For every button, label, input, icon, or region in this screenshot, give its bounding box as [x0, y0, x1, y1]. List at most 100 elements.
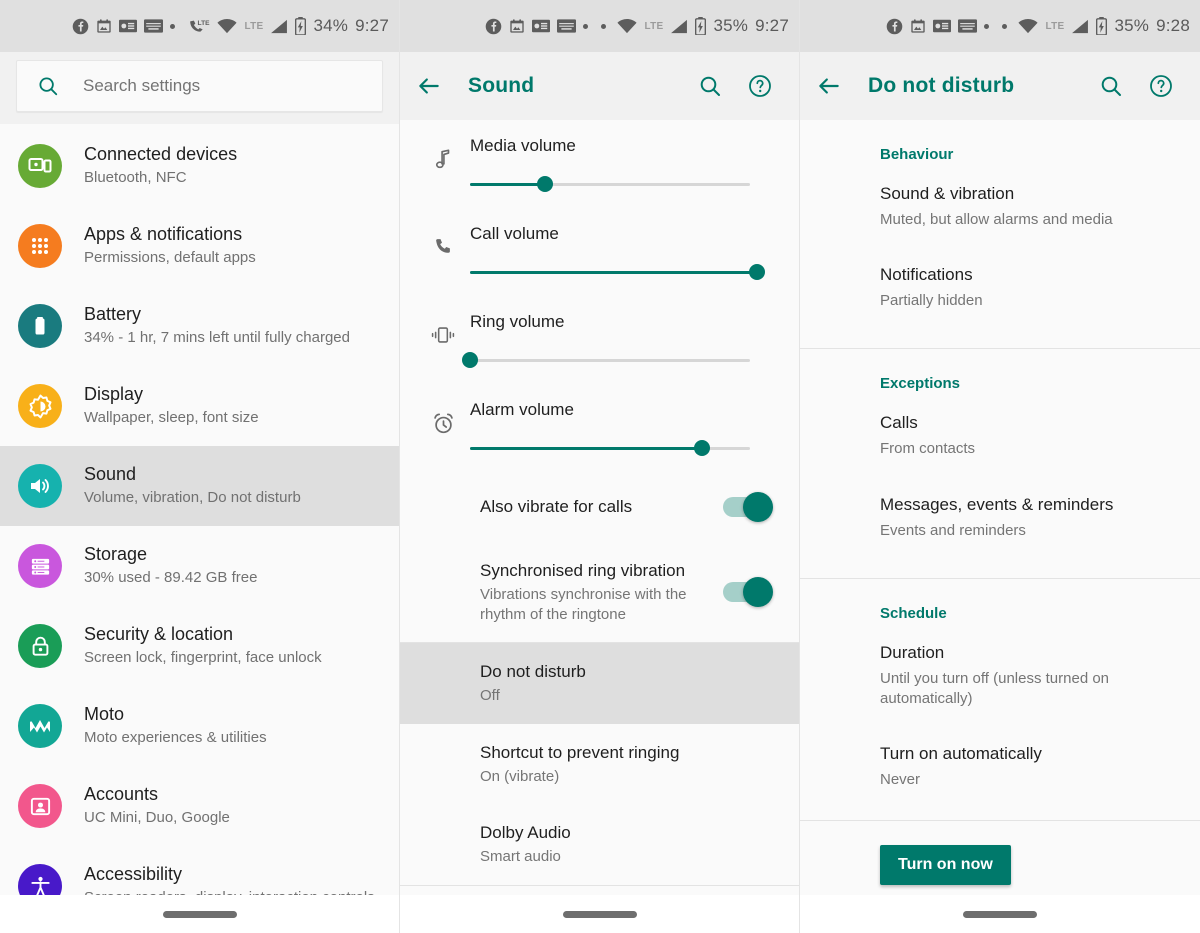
- dolby-row-subtitle: Smart audio: [480, 848, 561, 866]
- sidebar-item-text: Display Wallpaper, sleep, font size: [84, 384, 259, 427]
- call-volume-slider[interactable]: [470, 264, 765, 280]
- help-circle-icon[interactable]: [1136, 74, 1186, 98]
- also-vibrate-for-calls-row[interactable]: Also vibrate for calls: [400, 472, 799, 542]
- help-circle-icon[interactable]: [735, 74, 785, 98]
- sidebar-item-accounts[interactable]: Accounts UC Mini, Duo, Google: [0, 766, 399, 846]
- lte-label: LTE: [1045, 20, 1065, 32]
- search-icon[interactable]: [1086, 74, 1136, 98]
- status-bar-1: LTE LTE 34% 9:27: [0, 0, 399, 52]
- notification-dot-icon: [583, 23, 589, 29]
- dnd-item-title: Sound & vibration: [880, 184, 1015, 203]
- ring-volume-item: Ring volume: [400, 296, 799, 384]
- home-pill[interactable]: [963, 910, 1037, 918]
- sidebar-item-security-location[interactable]: Security & location Screen lock, fingerp…: [0, 606, 399, 686]
- also-vibrate-toggle[interactable]: [723, 492, 773, 522]
- sidebar-item-subtitle: 34% - 1 hr, 7 mins left until fully char…: [84, 328, 350, 346]
- nav-bar-1: [0, 895, 399, 933]
- sidebar-item-sound[interactable]: Sound Volume, vibration, Do not disturb: [0, 446, 399, 526]
- sidebar-item-display[interactable]: Display Wallpaper, sleep, font size: [0, 366, 399, 446]
- nav-bar-2: [400, 895, 799, 933]
- calendar-icon: [509, 18, 525, 34]
- sidebar-item-title: Apps & notifications: [84, 224, 243, 245]
- page-title: Do not disturb: [868, 74, 1015, 97]
- dnd-item-subtitle: Never: [880, 771, 921, 789]
- sidebar-item-subtitle: Wallpaper, sleep, font size: [84, 408, 259, 426]
- sidebar-item-battery[interactable]: Battery 34% - 1 hr, 7 mins left until fu…: [0, 286, 399, 366]
- battery-icon: [18, 304, 62, 348]
- dnd-item-title: Turn on automatically: [880, 744, 1042, 764]
- news-icon: [532, 19, 551, 33]
- notification-dot-icon-2: [601, 23, 607, 29]
- apps-grid-icon: [18, 224, 62, 268]
- sidebar-item-title: Display: [84, 384, 144, 405]
- media-volume-item: Media volume: [400, 120, 799, 208]
- back-arrow-icon[interactable]: [816, 73, 862, 99]
- sidebar-item-text: Apps & notifications Permissions, defaul…: [84, 224, 256, 267]
- also-vibrate-body: Also vibrate for calls: [480, 496, 713, 518]
- shortcut-row-title: Shortcut to prevent ringing: [480, 742, 680, 762]
- home-pill[interactable]: [562, 910, 637, 918]
- section-header-behaviour: Behaviour: [880, 146, 954, 163]
- dolby-row-title: Dolby Audio: [480, 823, 571, 843]
- dnd-item-subtitle: Events and reminders: [880, 521, 1026, 539]
- dnd-item-turn-on-automatically[interactable]: Turn on automatically Never: [800, 725, 1200, 806]
- sidebar-item-apps-notifications[interactable]: Apps & notifications Permissions, defaul…: [0, 206, 399, 286]
- dnd-item-notifications[interactable]: Notifications Partially hidden: [800, 246, 1200, 327]
- news-icon: [119, 19, 138, 33]
- clock-time: 9:28: [1156, 16, 1190, 35]
- section-header-exceptions: Exceptions: [880, 375, 961, 393]
- phone-icon: [416, 224, 470, 257]
- dolby-row-body: Dolby Audio Smart audio: [480, 822, 771, 867]
- sidebar-item-subtitle: Screen lock, fingerprint, face unlock: [84, 648, 322, 666]
- facebook-icon: [485, 18, 502, 35]
- dnd-item-duration[interactable]: Duration Until you turn off (unless turn…: [800, 630, 1200, 725]
- back-arrow-icon[interactable]: [416, 73, 462, 99]
- sound-panel: LTE 35% 9:27 Sound Media volume Call vol…: [400, 0, 800, 933]
- sync-ring-subtitle: Vibrations synchronise with the rhythm o…: [480, 586, 687, 623]
- news-icon: [933, 19, 952, 33]
- music-note-icon: [416, 136, 470, 170]
- sidebar-item-moto[interactable]: Moto Moto experiences & utilities: [0, 686, 399, 766]
- notification-dot-icon: [170, 23, 176, 29]
- keyboard-icon: [958, 19, 978, 33]
- sidebar-item-connected-devices[interactable]: Connected devices Bluetooth, NFC: [0, 126, 399, 206]
- moto-icon: [18, 704, 62, 748]
- alarm-volume-slider[interactable]: [470, 440, 765, 456]
- sidebar-item-storage[interactable]: Storage 30% used - 89.42 GB free: [0, 526, 399, 606]
- turn-on-now-button[interactable]: Turn on now: [880, 845, 1011, 886]
- shortcut-to-prevent-ringing-row[interactable]: Shortcut to prevent ringing On (vibrate): [400, 724, 799, 805]
- synchronised-ring-vibration-row[interactable]: Synchronised ring vibration Vibrations s…: [400, 542, 799, 642]
- battery-percent: 34%: [313, 16, 349, 35]
- shortcut-row-subtitle: On (vibrate): [480, 767, 560, 785]
- do-not-disturb-row[interactable]: Do not disturb Off: [400, 643, 799, 724]
- alarm-volume-label: Alarm volume: [470, 400, 574, 419]
- alarm-volume-item: Alarm volume: [400, 384, 799, 472]
- media-volume-label: Media volume: [470, 136, 576, 155]
- sidebar-item-title: Accounts: [84, 784, 159, 805]
- search-icon[interactable]: [685, 74, 735, 98]
- media-volume-body: Media volume: [470, 136, 765, 192]
- media-volume-slider[interactable]: [470, 176, 765, 192]
- dnd-item-messages-events-reminders[interactable]: Messages, events & reminders Events and …: [800, 476, 1200, 557]
- lock-icon: [18, 624, 62, 668]
- ring-volume-body: Ring volume: [462, 312, 765, 368]
- sidebar-item-subtitle: Bluetooth, NFC: [84, 168, 187, 186]
- calendar-icon: [910, 18, 926, 34]
- dnd-item-title: Duration: [880, 642, 945, 662]
- section-header-schedule: Schedule: [880, 604, 947, 622]
- dnd-item-sound-vibration[interactable]: Sound & vibration Muted, but allow alarm…: [800, 171, 1200, 246]
- sidebar-item-subtitle: UC Mini, Duo, Google: [84, 808, 230, 826]
- call-volume-body: Call volume: [470, 224, 765, 280]
- sync-ring-toggle[interactable]: [723, 577, 773, 608]
- sidebar-item-text: Sound Volume, vibration, Do not disturb: [84, 464, 301, 507]
- svg-text:LTE: LTE: [198, 20, 210, 27]
- dnd-item-calls[interactable]: Calls From contacts: [800, 400, 1200, 475]
- dolby-audio-row[interactable]: Dolby Audio Smart audio: [400, 804, 799, 885]
- devices-icon: [18, 144, 62, 188]
- search-placeholder: Search settings: [83, 76, 201, 95]
- lte-label: LTE: [644, 20, 664, 32]
- search-input[interactable]: Search settings: [16, 60, 383, 112]
- call-volume-label: Call volume: [470, 224, 559, 243]
- ring-volume-slider[interactable]: [462, 352, 765, 368]
- home-pill[interactable]: [162, 910, 237, 918]
